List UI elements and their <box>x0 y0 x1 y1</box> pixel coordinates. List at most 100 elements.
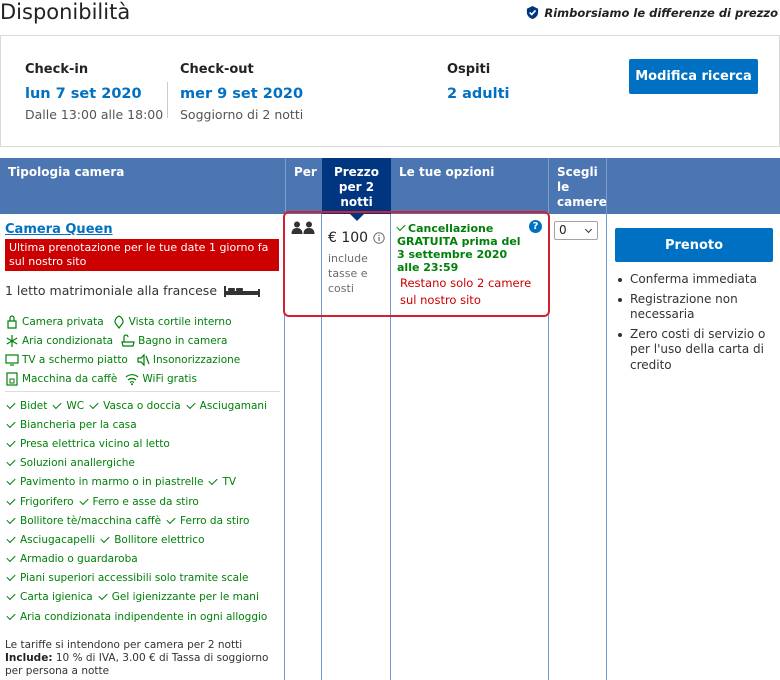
bed-label: 1 letto matrimoniale alla francese <box>5 283 218 298</box>
facility-row: Camera privata Vista cortile interno <box>5 312 280 331</box>
amenity-label: Gel igienizzante per le mani <box>111 591 259 604</box>
amenity-label: Piani superiori accessibili solo tramite… <box>20 572 249 585</box>
check-icon <box>6 610 16 620</box>
price-match-note[interactable]: Rimborsiamo le differenze di prezzo <box>525 5 778 20</box>
amenity-item: Armadio o guardaroba <box>6 552 138 566</box>
header-choose-rooms: Scegli le camere <box>548 158 607 214</box>
amenity-row: Bidet WC Vasca o doccia Asciugamani <box>6 396 282 415</box>
check-icon <box>89 399 99 409</box>
amenities-list: Bidet WC Vasca o doccia Asciugamani Bian… <box>6 396 282 626</box>
facility-label: Camera privata <box>22 315 104 328</box>
facility-label: Bagno in camera <box>138 334 228 347</box>
book-button[interactable]: Prenoto <box>615 228 773 262</box>
check-icon <box>6 591 16 601</box>
amenity-label: Frigorifero <box>20 495 74 508</box>
check-icon <box>6 399 16 409</box>
amenity-label: Bollitore tè/macchina caffè <box>20 514 162 527</box>
amenity-label: Pavimento in marmo o in piastrelle <box>20 476 204 489</box>
amenity-row: Presa elettrica vicino al letto <box>6 434 282 453</box>
facility-item: Aria condizionata <box>5 334 113 348</box>
modify-search-button[interactable]: Modifica ricerca <box>629 59 758 94</box>
amenity-row: Biancheria per la casa <box>6 415 282 434</box>
amenity-row: Asciugacapelli Bollitore elettrico <box>6 530 282 549</box>
amenity-row: Carta igienica Gel igienizzante per le m… <box>6 588 282 607</box>
coffee-machine-icon <box>6 371 18 386</box>
header-per: Per <box>285 158 322 214</box>
facility-item: Macchina da caffè <box>5 371 118 386</box>
rooms-quantity-select[interactable]: 0 <box>554 221 598 240</box>
benefit-item: Conferma immediata <box>618 272 776 288</box>
amenity-label: Ferro e asse da stiro <box>92 495 199 508</box>
check-icon <box>6 476 16 486</box>
facility-row: Macchina da caffè WiFi gratis <box>5 369 280 388</box>
rate-note-text: Le tariffe si intendono per camera per 2… <box>5 639 243 651</box>
check-icon <box>6 457 16 467</box>
rate-note: Le tariffe si intendono per camera per 2… <box>5 639 280 678</box>
checkin-date[interactable]: lun 7 set 2020 <box>25 86 163 102</box>
amenity-row: Aria condizionata indipendente in ogni a… <box>6 607 282 626</box>
amenity-label: Armadio o guardaroba <box>20 553 138 566</box>
amenity-item: Piani superiori accessibili solo tramite… <box>6 572 249 585</box>
amenity-label: Bollitore elettrico <box>114 533 205 546</box>
check-icon <box>78 495 89 505</box>
facility-label: Vista cortile interno <box>128 315 232 328</box>
check-icon <box>6 418 16 428</box>
amenity-item: Ferro e asse da stiro <box>78 495 199 508</box>
facility-label: Macchina da caffè <box>22 372 118 385</box>
amenity-item: Ferro da stiro <box>166 514 250 527</box>
amenity-row: Bollitore tè/macchina caffè Ferro da sti… <box>6 511 282 530</box>
benefit-item: Registrazione non necessaria <box>618 292 776 323</box>
checkout-date[interactable]: mer 9 set 2020 <box>180 86 303 102</box>
check-icon <box>6 437 16 448</box>
amenity-label: Ferro da stiro <box>180 514 250 527</box>
checkin-label: Check-in <box>25 62 89 77</box>
check-icon <box>100 533 110 544</box>
include-label: Include: <box>5 652 53 664</box>
room-name-link[interactable]: Camera Queen <box>5 222 113 237</box>
check-icon <box>6 572 16 582</box>
amenity-item: Asciugamani <box>186 399 267 412</box>
amenity-item: Carta igienica <box>6 591 93 603</box>
amenity-label: Presa elettrica vicino al letto <box>20 437 170 450</box>
amenity-label: TV <box>222 476 237 489</box>
checkin-hours: Dalle 13:00 alle 18:00 <box>25 107 164 122</box>
amenity-label: Soluzioni anallergiche <box>20 457 135 470</box>
amenity-row: Piani superiori accessibili solo tramite… <box>6 569 282 588</box>
facility-row: TV a schermo piatto Insonorizzazione <box>5 350 280 369</box>
amenity-label: Bidet <box>20 399 48 412</box>
check-icon <box>6 495 16 505</box>
double-bed-icon <box>224 285 261 297</box>
check-icon <box>208 476 219 486</box>
rate-note-include: Include: 10 % di IVA, 3.00 € di Tassa di… <box>5 652 280 678</box>
facility-item: TV a schermo piatto <box>5 353 128 367</box>
guests-label: Ospiti <box>447 62 491 77</box>
facility-item: Insonorizzazione <box>136 353 240 367</box>
room-facilities: Camera privata Vista cortile interno Ari… <box>5 312 280 388</box>
header-reserve <box>606 158 780 214</box>
guests-block: Ospiti 2 adulti <box>447 62 510 102</box>
bath-icon <box>121 333 135 347</box>
amenity-label: Asciugacapelli <box>20 533 96 546</box>
facility-item: Vista cortile interno <box>112 314 232 329</box>
header-price: Prezzo per 2 notti <box>322 158 391 221</box>
availability-table: Tipologia camera Per Prezzo per 2 notti … <box>0 158 780 680</box>
amenity-item: WC <box>52 399 84 412</box>
search-summary: Check-in lun 7 set 2020 Dalle 13:00 alle… <box>0 35 780 147</box>
header-price-label: Prezzo per 2 notti <box>333 165 380 209</box>
facility-item: Bagno in camera <box>121 333 228 348</box>
chevron-down-icon <box>584 225 593 234</box>
tv-icon <box>5 353 19 366</box>
check-icon <box>166 514 176 524</box>
facility-label: Insonorizzazione <box>152 353 241 366</box>
highlight-box <box>283 211 550 317</box>
amenity-row: Pavimento in marmo o in piastrelle TV <box>6 473 282 492</box>
date-separator <box>167 82 168 118</box>
guests-value[interactable]: 2 adulti <box>447 86 510 102</box>
check-icon <box>52 399 62 409</box>
facilities-divider <box>5 391 280 392</box>
amenity-item: Biancheria per la casa <box>6 418 137 431</box>
amenity-item: Frigorifero <box>6 495 74 508</box>
amenity-item: Pavimento in marmo o in piastrelle <box>6 476 204 489</box>
page-title: Disponibilità <box>0 0 131 24</box>
wifi-icon <box>125 373 139 385</box>
